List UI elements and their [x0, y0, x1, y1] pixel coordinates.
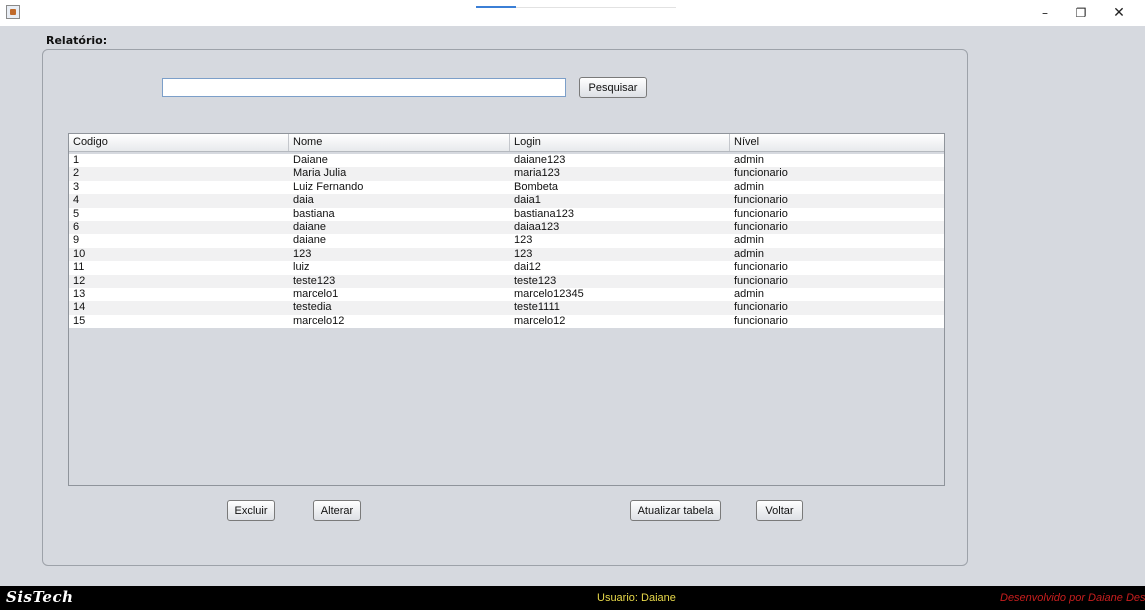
maximize-icon: ❐ — [1075, 6, 1087, 20]
table-cell: daia1 — [514, 194, 541, 207]
table-cell: 123 — [514, 247, 533, 260]
table-cell: funcionario — [734, 220, 788, 233]
table-cell: teste1111 — [514, 301, 560, 314]
table-row[interactable]: 15 marcelo12 marcelo12 funcionario — [69, 314, 944, 329]
table-cell: marcelo12 — [293, 314, 345, 327]
table-row[interactable]: 12 teste123 teste123 funcionario — [69, 274, 944, 288]
table-cell: admin — [734, 287, 764, 300]
close-button[interactable]: ✕ — [1101, 0, 1137, 26]
table-row[interactable]: 5 bastiana bastiana123 funcionario — [69, 207, 944, 221]
window-titlebar: – ❐ ✕ — [0, 0, 1145, 26]
table-row[interactable]: 1 Daiane daiane123 admin — [69, 154, 944, 168]
table-row[interactable]: 10 123 123 admin — [69, 247, 944, 262]
table-cell: 12 — [73, 274, 86, 287]
table-cell: marcelo12 — [514, 314, 566, 327]
table-cell: 4 — [73, 194, 80, 207]
minimize-icon: – — [1042, 6, 1048, 20]
brand-logo: SisTech — [6, 588, 74, 606]
table-cell: maria123 — [514, 167, 560, 180]
table-cell: Luiz Fernando — [293, 180, 364, 193]
table-cell: 9 — [73, 234, 80, 247]
table-cell: daiaa123 — [514, 220, 560, 233]
table-row[interactable]: 6 daiane daiaa123 funcionario — [69, 220, 944, 235]
table-cell: marcelo12345 — [514, 287, 584, 300]
page-title: Relatório: — [46, 34, 108, 47]
table-cell: 3 — [73, 180, 80, 193]
table-cell: testedia — [293, 301, 332, 314]
table-cell: bastiana — [293, 207, 335, 220]
table-cell: Bombeta — [514, 180, 559, 193]
table-cell: 123 — [293, 247, 312, 260]
refresh-table-button[interactable]: Atualizar tabela — [630, 500, 721, 521]
developer-credit: Desenvolvido por Daiane Destr — [1000, 592, 1145, 604]
table-cell: marcelo1 — [293, 287, 339, 300]
title-divider — [516, 7, 676, 8]
maximize-button[interactable]: ❐ — [1063, 0, 1099, 26]
table-cell: 123 — [514, 234, 533, 247]
users-table[interactable]: Codigo Nome Login Nível 1 Daiane daiane123… — [68, 133, 945, 486]
table-cell: funcionario — [734, 314, 788, 327]
table-cell: teste123 — [293, 274, 336, 287]
table-cell: 10 — [73, 247, 86, 260]
column-header-codigo[interactable]: Codigo — [69, 134, 289, 151]
table-cell: admin — [734, 180, 764, 193]
table-row[interactable]: 13 marcelo1 marcelo12345 admin — [69, 287, 944, 302]
edit-button[interactable]: Alterar — [313, 500, 361, 521]
table-row[interactable]: 4 daia daia1 funcionario — [69, 194, 944, 208]
table-cell: teste123 — [514, 274, 557, 287]
table-cell: funcionario — [734, 207, 788, 220]
table-cell: Maria Julia — [293, 167, 347, 180]
table-row[interactable]: 9 daiane 123 admin — [69, 234, 944, 248]
table-row[interactable]: 2 Maria Julia maria123 funcionario — [69, 167, 944, 181]
back-button[interactable]: Voltar — [756, 500, 803, 521]
table-cell: daiane123 — [514, 154, 566, 166]
table-cell: Daiane — [293, 154, 328, 166]
status-bar: SisTech Usuario: Daiane Desenvolvido por… — [0, 586, 1145, 610]
table-cell: 13 — [73, 287, 86, 300]
table-cell: daiane — [293, 220, 327, 233]
column-header-nivel[interactable]: Nível — [730, 134, 944, 151]
table-cell: admin — [734, 234, 764, 247]
table-cell: admin — [734, 154, 764, 166]
table-cell: admin — [734, 247, 764, 260]
table-cell: daia — [293, 194, 314, 207]
current-user-label: Usuario: Daiane — [597, 592, 676, 604]
table-cell: funcionario — [734, 261, 788, 274]
table-cell: funcionario — [734, 167, 788, 180]
table-cell: funcionario — [734, 274, 788, 287]
search-button[interactable]: Pesquisar — [579, 77, 647, 98]
title-progress-accent — [476, 6, 516, 8]
minimize-button[interactable]: – — [1027, 0, 1063, 26]
table-cell: luiz — [293, 261, 310, 274]
table-cell: 6 — [73, 220, 80, 233]
table-cell: 15 — [73, 314, 86, 327]
delete-button[interactable]: Excluir — [227, 500, 275, 521]
table-cell: 5 — [73, 207, 80, 220]
table-cell: dai12 — [514, 261, 541, 274]
table-cell: 11 — [73, 261, 85, 274]
column-header-login[interactable]: Login — [510, 134, 730, 151]
table-cell: funcionario — [734, 194, 788, 207]
java-app-icon — [6, 5, 20, 19]
table-cell: 2 — [73, 167, 80, 180]
search-input[interactable] — [162, 78, 566, 97]
table-row[interactable]: 14 testedia teste1111 funcionario — [69, 301, 944, 315]
table-row[interactable]: 11 luiz dai12 funcionario — [69, 261, 944, 275]
table-row[interactable]: 3 Luiz Fernando Bombeta admin — [69, 180, 944, 195]
table-cell: daiane — [293, 234, 327, 247]
table-cell: 14 — [73, 301, 86, 314]
table-cell: bastiana123 — [514, 207, 574, 220]
close-icon: ✕ — [1113, 5, 1125, 21]
table-cell: 1 — [73, 154, 80, 166]
column-header-nome[interactable]: Nome — [289, 134, 510, 151]
table-body: 1 Daiane daiane123 admin 2 Maria Julia maria12… — [69, 154, 944, 329]
table-cell: funcionario — [734, 301, 788, 314]
table-header: Codigo Nome Login Nível — [69, 134, 944, 152]
